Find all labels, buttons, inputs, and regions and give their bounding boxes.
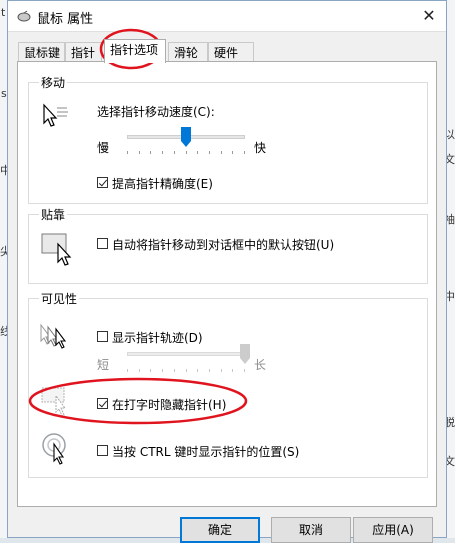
- tab-pointer-options[interactable]: 指针选项: [104, 39, 166, 63]
- pointer-trails-checkbox[interactable]: [97, 331, 108, 342]
- show-location-ctrl-checkbox[interactable]: [97, 445, 108, 456]
- visibility-group-title: 可见性: [39, 290, 80, 307]
- visibility-group: 可见性 显示指针轨迹(D) 短 长 在打字时隐藏指针(H) 当按 CTRL 键时…: [28, 290, 428, 478]
- trail-length-slider-track[interactable]: [127, 352, 245, 356]
- title-bar[interactable]: 鼠标 属性 ✕: [8, 1, 446, 32]
- trail-length-slider-thumb[interactable]: [240, 344, 250, 364]
- slider-tick: [232, 369, 233, 372]
- apply-button[interactable]: 应用(A): [353, 517, 433, 543]
- snap-to-checkbox[interactable]: [97, 238, 108, 249]
- enhance-precision-checkbox[interactable]: [97, 177, 108, 188]
- long-label: 长: [254, 358, 267, 372]
- dialog-title: 鼠标 属性: [37, 12, 94, 27]
- background-text: t: [1, 6, 6, 19]
- slider-tick: [197, 151, 198, 154]
- pointer-speed-icon: [43, 103, 68, 127]
- hide-while-typing-checkbox[interactable]: [97, 398, 108, 409]
- slider-tick: [209, 369, 210, 372]
- snap-group-title: 贴靠: [39, 206, 68, 223]
- pointer-trails-icon: [40, 323, 67, 349]
- slider-tick: [244, 369, 245, 372]
- slider-tick: [150, 369, 151, 372]
- slider-tick: [150, 151, 151, 154]
- mouse-icon: [17, 10, 31, 22]
- cancel-button[interactable]: 取消: [271, 517, 351, 543]
- tab-panel: 移动 选择指针移动速度(C): 慢 快 提高指针精确度(E) 贴靠 自动将指针移…: [17, 61, 437, 507]
- slider-tick: [162, 369, 163, 372]
- slider-tick: [232, 151, 233, 154]
- show-location-ctrl-icon: [42, 433, 66, 465]
- tab-pointers[interactable]: 指针: [65, 42, 102, 62]
- snap-to-group: 贴靠 自动将指针移动到对话框中的默认按钮(U): [28, 206, 428, 284]
- enhance-precision-label[interactable]: 提高指针精确度(E): [112, 175, 213, 192]
- slider-tick: [244, 151, 245, 154]
- tab-hardware[interactable]: 硬件: [208, 42, 254, 62]
- slider-tick: [127, 369, 128, 372]
- show-location-ctrl-label[interactable]: 当按 CTRL 键时显示指针的位置(S): [112, 443, 299, 460]
- slider-tick: [127, 151, 128, 154]
- hide-while-typing-label[interactable]: 在打字时隐藏指针(H): [112, 396, 226, 413]
- short-label: 短: [97, 358, 110, 372]
- tab-buttons[interactable]: 鼠标键: [18, 42, 65, 62]
- speed-slider-ticks: [127, 151, 245, 155]
- hide-pointer-typing-icon: [41, 387, 66, 417]
- slider-tick: [174, 369, 175, 372]
- slider-tick: [197, 369, 198, 372]
- slider-tick: [139, 369, 140, 372]
- trail-length-slider-ticks: [127, 369, 245, 373]
- ok-button[interactable]: 确定: [180, 517, 260, 543]
- slider-tick: [209, 151, 210, 154]
- tab-wheel[interactable]: 滑轮: [168, 42, 208, 62]
- motion-group: 移动 选择指针移动速度(C): 慢 快 提高指针精确度(E): [28, 74, 428, 204]
- slider-tick: [174, 151, 175, 154]
- snap-to-icon: [41, 233, 72, 266]
- slider-tick: [186, 369, 187, 372]
- fast-label: 快: [254, 141, 267, 155]
- speed-slider-thumb[interactable]: [181, 127, 191, 147]
- snap-to-label[interactable]: 自动将指针移动到对话框中的默认按钮(U): [112, 236, 334, 253]
- mouse-properties-dialog: 鼠标 属性 ✕ 鼠标键 指针 指针选项 滑轮 硬件 移动 选择指针移动速度(C)…: [7, 0, 447, 543]
- speed-label: 选择指针移动速度(C):: [97, 105, 215, 119]
- close-button[interactable]: ✕: [412, 1, 446, 31]
- slider-tick: [221, 151, 222, 154]
- slider-tick: [221, 369, 222, 372]
- motion-group-title: 移动: [39, 74, 68, 91]
- slow-label: 慢: [97, 141, 110, 155]
- background-text: s: [1, 87, 7, 100]
- slider-tick: [162, 151, 163, 154]
- slider-tick: [186, 151, 187, 154]
- slider-tick: [139, 151, 140, 154]
- pointer-trails-label[interactable]: 显示指针轨迹(D): [112, 329, 203, 346]
